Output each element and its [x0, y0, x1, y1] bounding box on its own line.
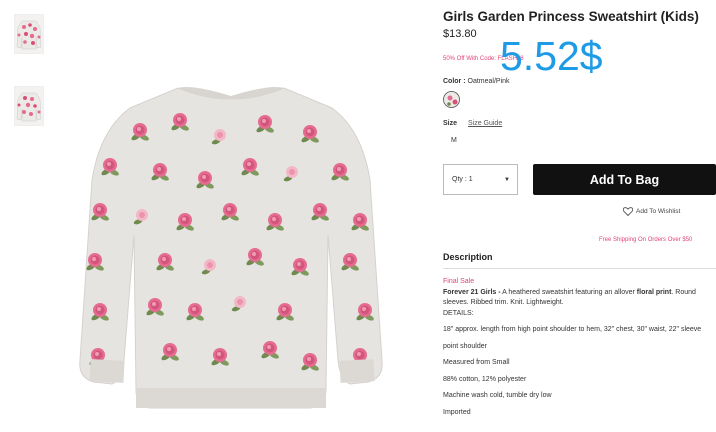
color-swatch-oatmeal-pink[interactable] [443, 91, 460, 108]
product-main-image [79, 87, 383, 409]
quantity-value: Qty : 1 [452, 176, 473, 183]
description-line-1: Forever 21 Girls - A heathered sweatshir… [443, 288, 716, 299]
brand-name: Forever 21 Girls - [443, 288, 501, 296]
wishlist-label: Add To Wishlist [636, 208, 681, 215]
description-heading: Description [443, 252, 493, 262]
floral-print-text: floral print [636, 288, 672, 296]
sweatshirt-thumbnail-image [16, 20, 42, 50]
color-label: Color : [443, 78, 466, 85]
size-option-m[interactable]: M [451, 137, 457, 144]
details-heading: DETAILS: [443, 309, 474, 317]
final-sale-label: Final Sale [443, 278, 475, 285]
swatch-pattern-icon [444, 92, 459, 107]
thumbnail-back[interactable] [14, 86, 44, 126]
description-line-2: sleeves. Ribbed trim. Knit. Lightweight. [443, 299, 564, 306]
thumbnail-front[interactable] [14, 14, 44, 54]
product-price: $13.80 [443, 28, 477, 40]
add-to-bag-button[interactable]: Add To Bag [533, 164, 716, 195]
size-guide-link[interactable]: Size Guide [468, 120, 502, 127]
description-text: A heathered sweatshirt featuring an allo… [500, 288, 637, 296]
description-text: . Round [671, 288, 696, 296]
heart-icon [623, 207, 633, 216]
quantity-select[interactable]: Qty : 1 ▼ [443, 164, 518, 195]
measurements-line-2: point shoulder [443, 342, 487, 350]
add-to-wishlist-link[interactable]: Add To Wishlist [623, 207, 680, 216]
overlay-price-annotation: 5.52$ [500, 33, 603, 79]
color-value: Oatmeal/Pink [467, 78, 510, 85]
divider [443, 268, 716, 269]
care-instructions: Machine wash cold, tumble dry low [443, 392, 552, 399]
caret-down-icon: ▼ [504, 177, 510, 183]
size-row: Size Size Guide [443, 120, 502, 127]
measured-from: Measured from Small [443, 359, 510, 366]
fabric-content: 88% cotton, 12% polyester [443, 375, 527, 383]
imported-label: Imported [443, 408, 471, 416]
color-row: Color : Oatmeal/Pink [443, 78, 510, 85]
measurements-line-1: 18" approx. length from high point shoul… [443, 326, 702, 333]
product-title: Girls Garden Princess Sweatshirt (Kids) [443, 9, 699, 24]
description-body: Final Sale Forever 21 Girls - A heathere… [443, 277, 716, 418]
sweatshirt-thumbnail-image [16, 92, 42, 122]
size-label: Size [443, 120, 458, 127]
free-shipping-notice: Free Shipping On Orders Over $50 [599, 237, 693, 243]
